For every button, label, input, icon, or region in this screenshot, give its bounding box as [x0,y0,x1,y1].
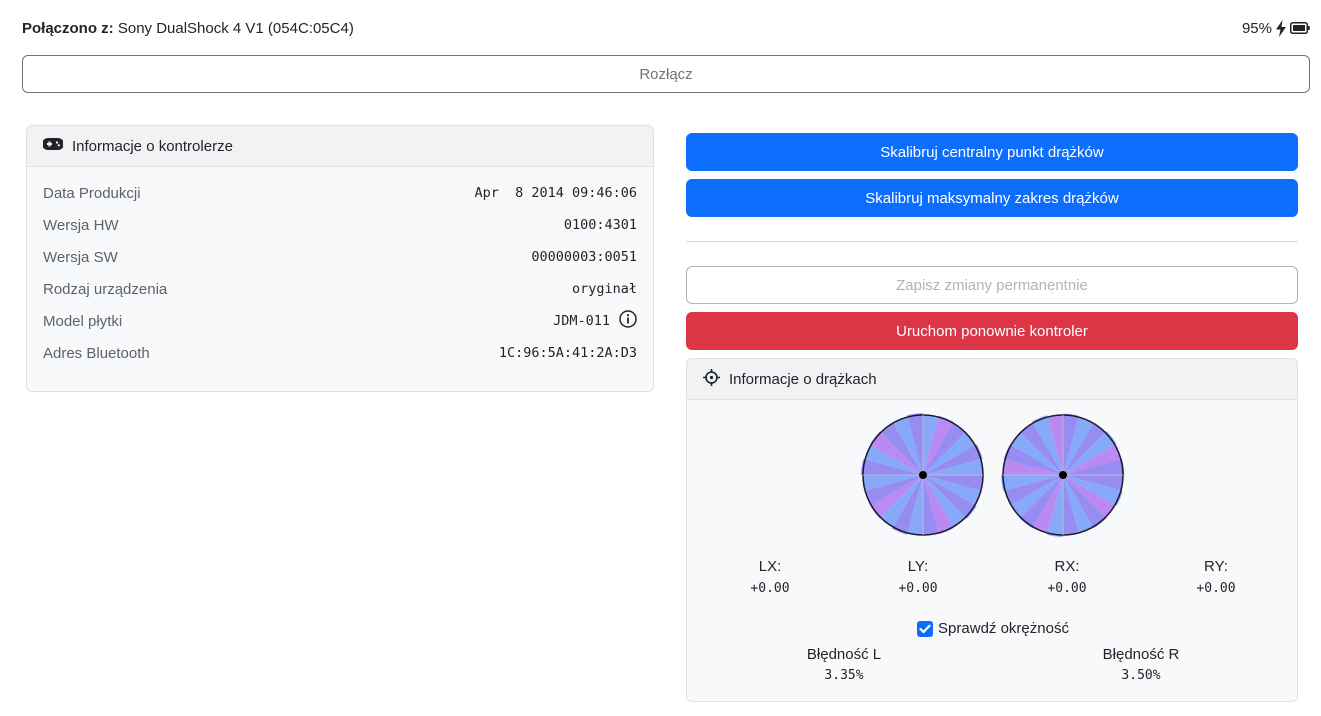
axis-value: +0.00 [1047,581,1087,596]
device-name: Sony DualShock 4 V1 (054C:05C4) [117,19,354,37]
info-label: Wersja HW [43,216,119,234]
error-left-value: 3.35% [824,668,864,683]
info-value: 1C:96:5A:41:2A:D3 [498,345,637,361]
stick-info-card: Informacje o drążkach LX: +0.00 LY: +0.0… [686,358,1298,702]
axis-label: RY: [1204,558,1228,575]
info-label: Rodzaj urządzenia [43,280,168,298]
crosshair-icon [703,368,720,390]
axis-value: +0.00 [1196,581,1236,596]
calibrate-range-button[interactable]: Skalibruj maksymalny zakres drążków [686,179,1298,217]
board-model-value: JDM-011 [553,313,610,329]
check-circularity-row[interactable]: Sprawdź okrężność [687,620,1297,637]
controller-info-header: Informacje o kontrolerze [27,126,653,167]
controller-info-card: Informacje o kontrolerze Data Produkcji … [26,125,654,392]
info-value: 00000003:0051 [531,249,637,265]
check-circularity-checkbox[interactable] [917,620,934,637]
axis-ly: LY: +0.00 [878,558,958,596]
stick-position-dot [1059,471,1067,479]
axis-lx: LX: +0.00 [730,558,810,596]
axis-label: LY: [907,558,929,575]
controller-info-list: Data Produkcji Apr 8 2014 09:46:06 Wersj… [27,167,653,369]
info-row-sw-version: Wersja SW 00000003:0051 [43,241,637,273]
info-label: Model płytki [43,312,123,330]
connection-status: Połączono z: Sony DualShock 4 V1 (054C:0… [22,20,354,37]
info-row-production-date: Data Produkcji Apr 8 2014 09:46:06 [43,177,637,209]
bolt-icon [1275,19,1287,37]
info-label: Wersja SW [43,248,118,266]
battery-full-icon [1290,22,1310,34]
info-circle-icon[interactable] [619,310,637,332]
axis-ry: RY: +0.00 [1176,558,1256,596]
connected-label: Połączono z: [22,19,114,37]
info-row-bluetooth-address: Adres Bluetooth 1C:96:5A:41:2A:D3 [43,337,637,369]
axis-value: +0.00 [898,581,938,596]
reboot-controller-button[interactable]: Uruchom ponownie kontroler [686,312,1298,350]
error-left: Błędność L 3.35% [784,646,904,683]
right-stick-circle [1001,413,1125,537]
axis-rx: RX: +0.00 [1027,558,1107,596]
stick-info-body: LX: +0.00 LY: +0.00 RX: +0.00 RY: +0.00 … [687,400,1297,701]
axis-label: RX: [1054,558,1080,575]
controller-info-title: Informacje o kontrolerze [72,137,233,155]
axis-label: LX: [758,558,782,575]
stick-position-dot [919,471,927,479]
info-label: Data Produkcji [43,184,141,202]
stick-visualizer [861,413,1125,537]
error-right: Błędność R 3.50% [1081,646,1201,683]
disconnect-button[interactable]: Rozłącz [22,55,1310,93]
info-label: Adres Bluetooth [43,344,150,362]
divider [686,241,1298,242]
info-row-board-model: Model płytki JDM-011 [43,305,637,337]
error-left-label: Błędność L [806,646,882,663]
save-permanent-button[interactable]: Zapisz zmiany permanentnie [686,266,1298,304]
left-stick-circle [861,413,984,536]
info-row-hw-version: Wersja HW 0100:4301 [43,209,637,241]
info-row-device-type: Rodzaj urządzenia oryginał [43,273,637,305]
battery-percent: 95% [1241,19,1272,37]
info-value: oryginał [571,281,637,297]
info-value: 0100:4301 [563,217,637,233]
calibrate-center-button[interactable]: Skalibruj centralny punkt drążków [686,133,1298,171]
axis-value: +0.00 [750,581,790,596]
battery-status: 95% [1241,19,1310,37]
stick-info-header: Informacje o drążkach [687,359,1297,400]
check-circularity-label[interactable]: Sprawdź okrężność [938,620,1069,637]
error-right-label: Błędność R [1102,646,1180,663]
stick-info-title: Informacje o drążkach [729,370,877,388]
gamepad-icon [42,137,64,155]
status-bar: Połączono z: Sony DualShock 4 V1 (054C:0… [22,18,1310,38]
error-right-value: 3.50% [1121,668,1161,683]
info-value-board-model: JDM-011 [553,310,637,332]
info-value: Apr 8 2014 09:46:06 [474,185,637,201]
